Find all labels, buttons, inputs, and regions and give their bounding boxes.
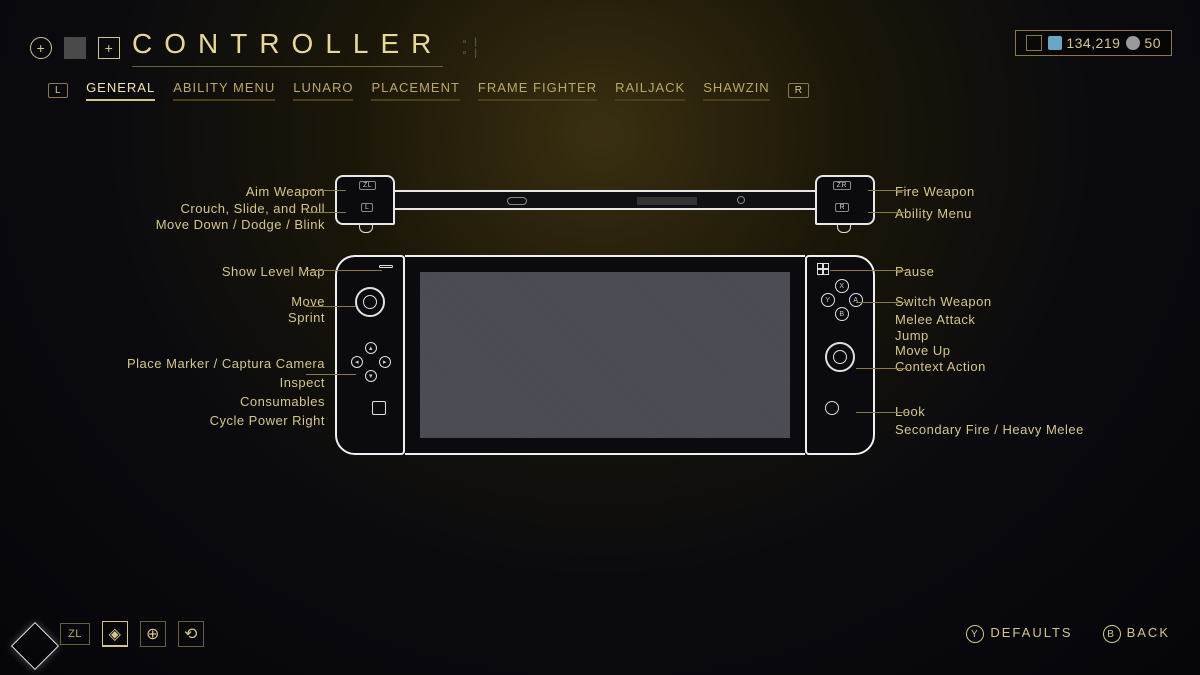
joycon-right: X Y A B [805,255,875,455]
defaults-prompt[interactable]: Y DEFAULTS [966,625,1072,644]
controller-front-view: ▴ ◂ ▸ ▾ X Y A B [335,255,875,475]
add-icon[interactable]: + [30,37,52,59]
defaults-label: DEFAULTS [990,625,1072,640]
joycon-left: ▴ ◂ ▸ ▾ [335,255,405,455]
right-triggers[interactable]: ZR R [815,175,875,225]
dpad[interactable]: ▴ ◂ ▸ ▾ [351,342,391,382]
header-preview-icon[interactable] [64,37,86,59]
bind-rstick-press[interactable]: Secondary Fire / Heavy Melee [895,422,1195,437]
tab-railjack[interactable]: RAILJACK [615,80,685,101]
bind-lstick-press[interactable]: Sprint [25,310,325,325]
plus-button[interactable] [817,263,829,275]
page-title: CONTROLLER [132,28,443,67]
b-prompt-icon: B [1103,625,1121,643]
tab-frame-fighter[interactable]: FRAME FIGHTER [478,80,597,101]
l-label: L [361,203,373,212]
controller-diagram: ZL L ZR R ▴ ◂ ▸ ▾ [335,170,875,475]
bind-zl[interactable]: Aim Weapon [25,184,325,199]
credits-value: 134,219 [1066,35,1120,51]
dpad-up[interactable]: ▴ [365,342,377,354]
dpad-right[interactable]: ▸ [379,356,391,368]
bind-dpad-up[interactable]: Place Marker / Captura Camera [25,356,325,371]
zl-label: ZL [359,181,376,190]
tab-placement[interactable]: PLACEMENT [371,80,459,101]
credits: 134,219 [1048,35,1120,51]
footer-bar: ZL ◈ ⊕ ⟲ Y DEFAULTS B BACK [0,621,1200,647]
tab-ability-menu[interactable]: ABILITY MENU [173,80,275,101]
tab-next-hint: R [788,83,810,98]
bind-l-2[interactable]: Move Down / Dodge / Blink [25,217,325,232]
left-triggers[interactable]: ZL L [335,175,395,225]
x-button[interactable]: X [835,279,849,293]
tab-general[interactable]: GENERAL [86,80,155,101]
dpad-left[interactable]: ◂ [351,356,363,368]
tab-prev-hint: L [48,83,68,98]
bind-y[interactable]: Context Action [895,359,1195,374]
controller-top-view: ZL L ZR R [335,170,875,230]
platinum-icon [1126,36,1140,50]
footer-mode-1-icon[interactable]: ◈ [102,621,128,647]
tab-bar: L GENERAL ABILITY MENU LUNARO PLACEMENT … [48,80,809,101]
bind-r[interactable]: Ability Menu [895,206,1195,221]
bind-x[interactable]: Switch Weapon [895,294,1195,309]
tab-lunaro[interactable]: LUNARO [293,80,353,101]
face-buttons: X Y A B [821,279,861,319]
bind-dpad-right[interactable]: Inspect [25,375,325,390]
footer-mode-2-icon[interactable]: ⊕ [140,621,166,647]
vent-icon [637,197,697,205]
volume-icon [507,197,527,205]
back-label: BACK [1127,625,1170,640]
bind-lstick[interactable]: Move [25,294,325,309]
bind-minus[interactable]: Show Level Map [25,264,325,279]
bind-b-1[interactable]: Jump [895,328,1195,343]
y-prompt-icon: Y [966,625,984,643]
platinum-value: 50 [1144,35,1161,51]
home-button[interactable] [825,401,839,415]
tab-shawzin[interactable]: SHAWZIN [703,80,769,101]
footer-right: Y DEFAULTS B BACK [966,625,1170,644]
console-body [405,255,805,455]
capture-button[interactable] [372,401,386,415]
credits-icon [1048,36,1062,50]
boost-icon[interactable] [1026,35,1042,51]
a-button[interactable]: A [849,293,863,307]
zr-label: ZR [833,181,851,190]
console-top-edge [385,190,825,210]
currency-bar: 134,219 50 [1015,30,1172,56]
bind-dpad-down[interactable]: Consumables [25,394,325,409]
r-nub [837,223,851,233]
minus-button[interactable] [379,265,393,268]
b-button[interactable]: B [835,307,849,321]
footer-mode-3-icon[interactable]: ⟲ [178,621,204,647]
jack-icon [737,196,745,204]
l-nub [359,223,373,233]
footer-left: ZL ◈ ⊕ ⟲ [60,621,204,647]
zl-hint: ZL [60,623,90,645]
bind-dpad-left[interactable]: Cycle Power Right [25,413,325,428]
header: + + CONTROLLER ∘ |∘ | [30,28,479,67]
platinum: 50 [1126,35,1161,51]
bind-b-2[interactable]: Move Up [895,343,1195,358]
title-decor: ∘ |∘ | [461,37,479,59]
bind-l-1[interactable]: Crouch, Slide, and Roll [25,201,325,216]
screen [420,272,790,438]
dpad-down[interactable]: ▾ [365,370,377,382]
header-plus-icon[interactable]: + [98,37,120,59]
r-label: R [835,203,849,212]
bind-plus[interactable]: Pause [895,264,1195,279]
bind-a[interactable]: Melee Attack [895,312,1195,327]
back-prompt[interactable]: B BACK [1103,625,1170,644]
y-button[interactable]: Y [821,293,835,307]
left-stick[interactable] [355,287,385,317]
bind-zr[interactable]: Fire Weapon [895,184,1195,199]
bind-rstick[interactable]: Look [895,404,1195,419]
right-stick[interactable] [825,342,855,372]
